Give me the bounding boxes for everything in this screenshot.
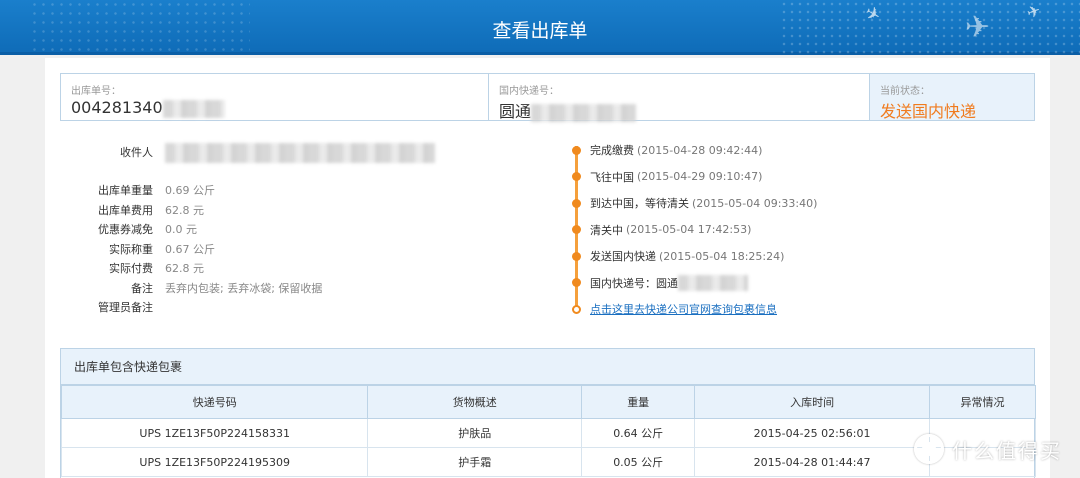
- domestic-tracking-value: 圆通: [499, 98, 859, 122]
- table-cell: UPS 1ZE13F50P224158331: [60, 418, 369, 448]
- detail-key: 管理员备注: [98, 301, 153, 314]
- redacted-blur: [162, 99, 225, 118]
- table-cell: 护肤品: [367, 418, 583, 448]
- order-number-cell: 出库单号： 004281340: [61, 74, 489, 120]
- status-value: 发送国内快递: [880, 102, 977, 121]
- table-cell: 0.05 公斤: [581, 447, 696, 477]
- table-cell: 2015-04-28 01:44:47: [694, 447, 930, 477]
- table-row: UPS 1ZE13F50P224195309 护手霜 0.05 公斤 2015-…: [60, 447, 1037, 477]
- page-title: 查看出库单: [492, 20, 588, 42]
- smzdm-logo-icon: [914, 434, 944, 464]
- timeline-dot-icon: [572, 225, 581, 234]
- order-number-label: 出库单号：: [71, 86, 121, 97]
- detail-row: 出库单费用 62.8 元: [90, 201, 470, 221]
- detail-row: 备注 丢弃内包装; 丢弃冰袋; 保留收据: [90, 279, 470, 299]
- packages-panel: 出库单包含快递包裹 快递号码 货物概述 重量 入库时间 异常情况 UPS 1ZE…: [60, 348, 1037, 478]
- timeline-item: 点击这里去快递公司官网查询包裹信息: [565, 299, 777, 319]
- main-content: 出库单号： 004281340 国内快递号： 圆通 当前状态： 发送国内快递 收…: [45, 58, 1050, 478]
- timeline-time: (2015-05-04 17:42:53): [626, 223, 752, 236]
- timeline-event: 国内快递号：圆通: [590, 276, 678, 290]
- detail-row: 管理员备注: [90, 298, 470, 318]
- detail-key: 收件人: [120, 146, 153, 159]
- watermark: 什么值得买: [914, 434, 1062, 464]
- timeline-item: 完成缴费 (2015-04-28 09:42:44): [565, 140, 762, 160]
- column-header-stock-in-time: 入库时间: [694, 385, 930, 419]
- status-label: 当前状态：: [880, 86, 930, 97]
- table-header-row: 快递号码 货物概述 重量 入库时间 异常情况: [60, 385, 1037, 419]
- detail-key: 出库单重量: [98, 184, 153, 197]
- packages-table: 快递号码 货物概述 重量 入库时间 异常情况 UPS 1ZE13F50P2241…: [60, 385, 1037, 477]
- detail-key: 实际称重: [109, 242, 153, 256]
- redacted-blur: [165, 143, 435, 163]
- detail-row: 实际称重 0.67 公斤: [90, 240, 470, 260]
- table-cell: 护手霜: [367, 447, 583, 477]
- detail-value: 62.8 元: [165, 203, 204, 217]
- timeline-event: 发送国内快递: [590, 250, 656, 263]
- detail-value: 丢弃内包装; 丢弃冰袋; 保留收据: [165, 281, 323, 295]
- shipping-timeline: 完成缴费 (2015-04-28 09:42:44) 飞往中国 (2015-04…: [565, 138, 945, 318]
- detail-key: 优惠券减免: [98, 223, 153, 236]
- timeline-time: (2015-04-29 09:10:47): [637, 170, 763, 183]
- detail-key: 实际付费: [109, 262, 153, 275]
- timeline-item: 发送国内快递 (2015-05-04 18:25:24): [565, 246, 784, 266]
- redacted-blur: [678, 274, 748, 291]
- detail-key: 备注: [131, 281, 153, 295]
- timeline-dot-icon: [572, 172, 581, 181]
- timeline-dot-icon: [572, 251, 581, 261]
- domestic-tracking-cell: 国内快递号： 圆通: [489, 74, 870, 122]
- detail-key: 出库单费用: [98, 203, 153, 217]
- timeline-time: (2015-05-04 18:25:24): [659, 249, 785, 263]
- order-details: 收件人 出库单重量 0.69 公斤 出库单费用 62.8 元 优惠券减免 0.0…: [90, 143, 470, 318]
- timeline-item: 到达中国，等待清关 (2015-05-04 09:33:40): [565, 193, 817, 213]
- timeline-time: (2015-04-28 09:42:44): [637, 143, 763, 157]
- column-header-weight: 重量: [581, 385, 696, 419]
- timeline-dot-icon: [572, 278, 581, 287]
- order-number-value: 004281340: [71, 98, 478, 118]
- detail-value: 0.0 元: [165, 223, 197, 236]
- courier-tracking-link[interactable]: 点击这里去快递公司官网查询包裹信息: [590, 301, 777, 317]
- table-cell: 0.64 公斤: [581, 418, 696, 448]
- timeline-event: 完成缴费: [590, 144, 634, 157]
- timeline-end-dot-icon: [572, 304, 581, 314]
- detail-row: 出库单重量 0.69 公斤: [90, 181, 470, 201]
- detail-value: [165, 143, 435, 181]
- detail-row-recipient: 收件人: [90, 143, 470, 181]
- timeline-time: (2015-05-04 09:33:40): [692, 196, 818, 210]
- column-header-exception: 异常情况: [928, 385, 1037, 419]
- timeline-item: 清关中 (2015-05-04 17:42:53): [565, 220, 751, 240]
- redacted-blur: [531, 103, 637, 122]
- detail-value: 0.69 公斤: [165, 184, 215, 197]
- column-header-tracking: 快递号码: [60, 385, 369, 419]
- page-header: ✈ ✈ ✈ 查看出库单: [0, 0, 1080, 55]
- status-cell: 当前状态： 发送国内快递: [870, 74, 1034, 121]
- packages-title: 出库单包含快递包裹: [61, 349, 1034, 385]
- watermark-text: 什么值得买: [952, 438, 1062, 463]
- detail-row: 优惠券减免 0.0 元: [90, 220, 470, 240]
- table-cell: 2015-04-25 02:56:01: [694, 418, 930, 448]
- timeline-dot-icon: [572, 198, 581, 208]
- domestic-tracking-label: 国内快递号：: [499, 86, 559, 97]
- timeline-event: 到达中国，等待清关: [590, 197, 689, 210]
- table-row: UPS 1ZE13F50P224158331 护肤品 0.64 公斤 2015-…: [60, 418, 1037, 448]
- timeline-item: 国内快递号：圆通: [565, 273, 748, 293]
- timeline-dot-icon: [572, 145, 581, 155]
- detail-value: 0.67 公斤: [165, 242, 215, 256]
- timeline-item: 飞往中国 (2015-04-29 09:10:47): [565, 167, 762, 187]
- detail-value: 62.8 元: [165, 262, 204, 275]
- timeline-event: 飞往中国: [590, 170, 634, 184]
- order-info-bar: 出库单号： 004281340 国内快递号： 圆通 当前状态： 发送国内快递: [60, 73, 1035, 122]
- column-header-description: 货物概述: [367, 385, 583, 419]
- table-cell: UPS 1ZE13F50P224195309: [60, 447, 369, 477]
- detail-row: 实际付费 62.8 元: [90, 259, 470, 279]
- timeline-event: 清关中: [590, 223, 623, 237]
